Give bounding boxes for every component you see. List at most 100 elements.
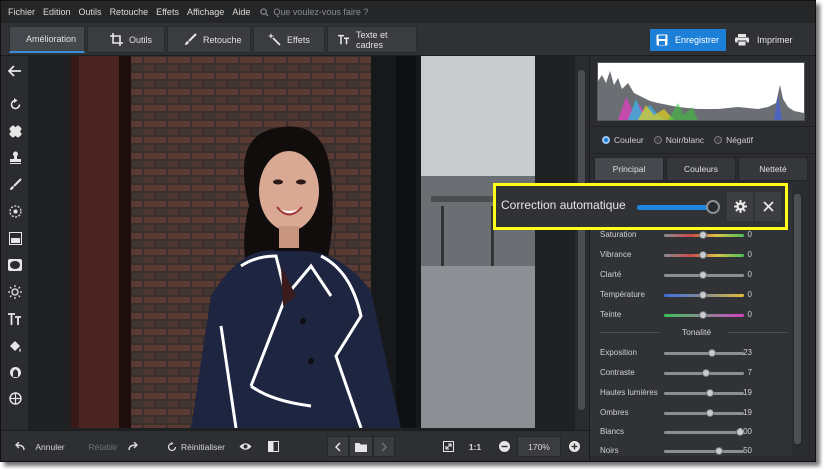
slider-knob[interactable] xyxy=(699,291,707,299)
preview-eye-button[interactable] xyxy=(235,436,255,457)
zoom-out-button[interactable] xyxy=(495,436,513,457)
vignette-icon[interactable] xyxy=(7,257,23,273)
radio-couleur[interactable] xyxy=(602,136,610,144)
tab-retouche[interactable]: Retouche xyxy=(167,26,251,53)
scroll-thumb[interactable] xyxy=(578,70,585,410)
slider-value: 19 xyxy=(743,388,752,397)
mode-noir-blanc[interactable]: Noir/blanc xyxy=(653,135,705,145)
mode-label: Noir/blanc xyxy=(665,135,705,145)
adjustments-panel: Couleur Noir/blanc Négatif Principal Cou… xyxy=(589,56,815,461)
tab-label: Outils xyxy=(129,34,153,45)
brush-tool-icon[interactable] xyxy=(7,176,23,192)
redo-button[interactable]: Rétablir xyxy=(77,436,151,457)
slider-label: Noirs xyxy=(600,446,619,455)
zoom-out-icon xyxy=(498,441,510,452)
tab-label: Amélioration xyxy=(26,34,77,44)
slider-knob[interactable] xyxy=(699,311,707,319)
slider-ombres[interactable]: Ombres 19 xyxy=(600,406,800,420)
compare-button[interactable] xyxy=(263,436,283,457)
slider-temperature[interactable]: Température 0 xyxy=(600,288,800,302)
search-box[interactable]: Que voulez-vous faire ? xyxy=(260,7,368,17)
slider-noirs[interactable]: Noirs 50 xyxy=(600,444,800,458)
menu-retouche[interactable]: Retouche xyxy=(106,7,153,17)
open-folder-button[interactable] xyxy=(349,436,373,457)
zoom-level[interactable]: 170% xyxy=(517,436,561,457)
stamp-icon[interactable] xyxy=(7,149,23,165)
slider-knob[interactable] xyxy=(708,349,716,357)
globe-icon[interactable] xyxy=(7,390,23,406)
bandage-icon[interactable] xyxy=(7,123,23,139)
slider-knob[interactable] xyxy=(715,447,723,455)
text-tool-icon[interactable] xyxy=(7,311,23,327)
slider-knob[interactable] xyxy=(699,251,707,259)
fit-screen-button[interactable] xyxy=(439,436,457,457)
print-label: Imprimer xyxy=(757,35,793,45)
slider-knob[interactable] xyxy=(706,389,714,397)
slider-label: Clarté xyxy=(600,270,622,279)
histogram xyxy=(597,62,805,121)
next-image-button[interactable] xyxy=(373,436,395,457)
slider-blancs[interactable]: Blancs 100 xyxy=(600,425,800,439)
tab-couleurs[interactable]: Couleurs xyxy=(666,157,736,181)
printer-icon xyxy=(735,34,749,46)
tab-effets[interactable]: Effets xyxy=(253,26,325,53)
rotate-icon[interactable] xyxy=(7,96,23,112)
slider-clarte[interactable]: Clarté 0 xyxy=(600,268,800,282)
menu-outils[interactable]: Outils xyxy=(75,7,106,17)
sun-icon[interactable] xyxy=(7,284,23,300)
slider-value: 0 xyxy=(747,270,752,279)
slider-label: Hautes lumières xyxy=(600,388,658,397)
zoom-in-button[interactable] xyxy=(565,436,583,457)
slider-knob[interactable] xyxy=(702,369,710,377)
slider-vibrance[interactable]: Vibrance 0 xyxy=(600,248,800,262)
slider-value: 0 xyxy=(747,290,752,299)
tab-nettete[interactable]: Netteté xyxy=(738,157,808,181)
auto-correction-settings-button[interactable] xyxy=(727,192,753,221)
reset-button[interactable]: Réinitialiser xyxy=(163,436,229,457)
tab-principal[interactable]: Principal xyxy=(594,157,664,181)
mode-couleur[interactable]: Couleur xyxy=(602,135,644,145)
auto-correction-close-button[interactable] xyxy=(755,192,781,221)
reset-icon xyxy=(167,441,177,451)
slider-knob[interactable] xyxy=(706,409,714,417)
panel-tabs: Principal Couleurs Netteté xyxy=(594,157,808,181)
slider-knob[interactable] xyxy=(699,231,707,239)
paint-bucket-icon[interactable] xyxy=(7,338,23,354)
slider-value: 19 xyxy=(743,408,752,417)
menu-edition[interactable]: Edition xyxy=(39,7,75,17)
slider-hautes-lumieres[interactable]: Hautes lumières 19 xyxy=(600,386,800,400)
retouch-face-icon[interactable] xyxy=(7,364,23,380)
slider-teinte[interactable]: Teinte 0 xyxy=(600,308,800,322)
radio-negatif[interactable] xyxy=(714,136,723,144)
slider-knob[interactable] xyxy=(699,271,707,279)
slider-contraste[interactable]: Contraste 7 xyxy=(600,366,800,380)
mode-negatif[interactable]: Négatif xyxy=(714,135,753,145)
panel-scrollbar[interactable] xyxy=(792,184,803,456)
slider-value: 7 xyxy=(747,368,752,377)
canvas-scrollbar[interactable] xyxy=(575,56,588,430)
tab-outils[interactable]: Outils xyxy=(87,26,165,53)
slider-value: 0 xyxy=(747,230,752,239)
slider-saturation[interactable]: Saturation 0 xyxy=(600,228,800,242)
save-button[interactable]: Enregistrer xyxy=(650,29,726,51)
menu-aide[interactable]: Aide xyxy=(228,7,254,17)
auto-correction-track[interactable] xyxy=(637,205,713,210)
gradient-filter-icon[interactable] xyxy=(7,230,23,246)
menu-effets[interactable]: Effets xyxy=(152,7,183,17)
tab-texte-cadres[interactable]: Texte et cadres xyxy=(327,26,417,53)
menu-fichier[interactable]: Fichier xyxy=(1,7,39,17)
tab-amelioration[interactable]: Amélioration xyxy=(9,26,85,53)
split-view-icon xyxy=(267,441,279,452)
radio-noir-blanc[interactable] xyxy=(653,136,662,144)
slider-exposition[interactable]: Exposition 23 xyxy=(600,346,800,360)
actual-size-button[interactable]: 1:1 xyxy=(463,436,487,457)
image-canvas[interactable] xyxy=(29,56,575,430)
scroll-thumb[interactable] xyxy=(794,194,801,444)
radial-filter-icon[interactable] xyxy=(7,203,23,219)
menu-affichage[interactable]: Affichage xyxy=(183,7,228,17)
prev-image-button[interactable] xyxy=(327,436,349,457)
back-arrow-icon[interactable] xyxy=(7,63,23,79)
auto-correction-knob[interactable] xyxy=(706,200,720,214)
print-button[interactable]: Imprimer xyxy=(729,29,803,51)
undo-button[interactable]: Annuler xyxy=(9,436,69,457)
